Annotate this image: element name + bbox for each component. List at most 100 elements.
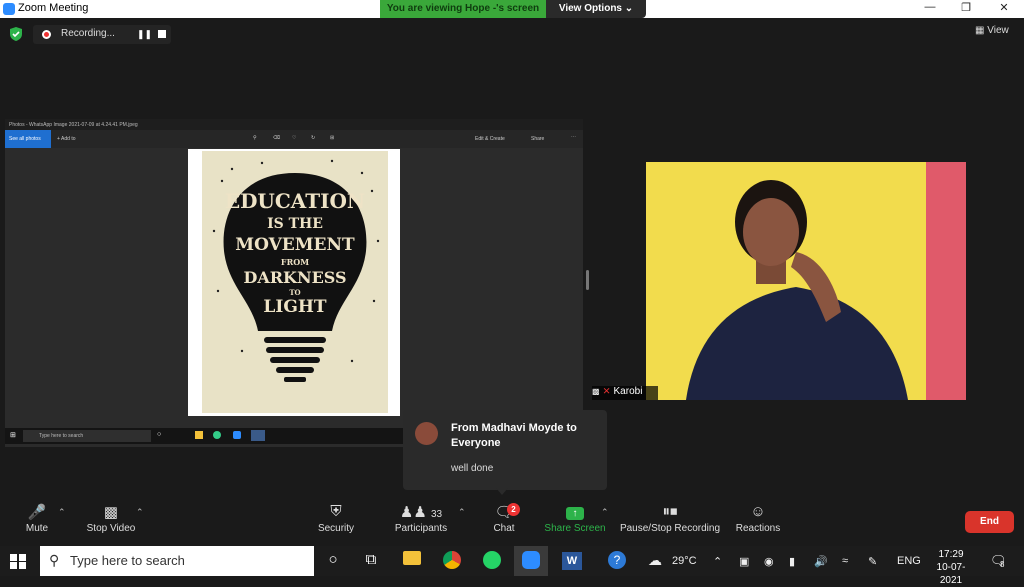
security-button[interactable]: ⛨ Security xyxy=(313,503,359,543)
split-divider[interactable] xyxy=(586,270,589,290)
clock-date: 10-07-2021 xyxy=(936,562,966,586)
shared-image: EDUCATION IS THE MOVEMENT FROM DARKNESS … xyxy=(188,149,400,416)
close-button[interactable]: ✕ xyxy=(986,1,1022,17)
edit-create-button: Edit & Create xyxy=(475,136,505,142)
participants-options-chevron-icon[interactable]: ⌃ xyxy=(458,507,466,518)
notification-count: 8 xyxy=(1000,560,1005,569)
security-label: Security xyxy=(317,523,355,534)
signal-strength-icon: ▩ xyxy=(592,387,600,396)
mute-label: Mute xyxy=(25,523,49,534)
weather-temperature[interactable]: 29°C xyxy=(672,555,697,567)
participants-count: 33 xyxy=(430,509,443,520)
view-options-button[interactable]: View Options ⌄ xyxy=(546,0,646,18)
taskbar-clock[interactable]: 17:29 10-07-2021 xyxy=(928,548,974,587)
participant-video-frame xyxy=(646,162,966,400)
weather-icon: ☁ xyxy=(648,552,662,568)
search-icon: ⚲ xyxy=(49,552,60,568)
mute-button[interactable]: 🎤 Mute xyxy=(14,503,60,543)
shared-photos-icon xyxy=(251,430,265,441)
stop-video-label: Stop Video xyxy=(86,523,136,534)
add-to-label: Add to xyxy=(61,136,76,142)
add-to-button: + Add to xyxy=(57,136,76,142)
avatar xyxy=(415,422,438,445)
view-button-label: View xyxy=(987,25,1009,36)
chat-notification[interactable]: From Madhavi Moyde to Everyone well done xyxy=(403,410,607,490)
shared-folder-icon xyxy=(195,431,203,439)
cortana-icon[interactable]: ○ xyxy=(320,551,346,571)
security-shield-icon[interactable] xyxy=(9,27,23,41)
photos-toolbar: See all photos + Add to ⚲ ⌫ ♡ ↻ ⊞ Edit &… xyxy=(5,130,583,148)
viewing-screen-banner: You are viewing Hope -'s screen xyxy=(380,0,546,18)
muted-mic-icon: ⨯ xyxy=(602,386,611,397)
smiley-icon: ☺ xyxy=(750,503,766,520)
recording-label: Recording... xyxy=(61,28,115,39)
clock-time: 17:29 xyxy=(938,549,964,560)
shared-cortana-icon: ○ xyxy=(157,431,162,438)
poster-line: LIGHT xyxy=(263,297,327,317)
zoom-taskbar-icon[interactable] xyxy=(514,546,548,576)
tray-chevron-icon[interactable]: ⌃ xyxy=(713,555,722,568)
chat-sender: From Madhavi Moyde to Everyone xyxy=(451,422,577,449)
education-poster: EDUCATION IS THE MOVEMENT FROM DARKNESS … xyxy=(202,151,388,413)
help-icon[interactable]: ? xyxy=(604,551,630,571)
whatsapp-icon[interactable] xyxy=(479,551,505,571)
windows-taskbar: ⚲ Type here to search ○ ⧉ W ? ☁ 29°C ⌃ ▣… xyxy=(0,546,1024,586)
minimize-button[interactable]: — xyxy=(912,1,948,17)
pause-stop-recording-label: Pause/Stop Recording xyxy=(619,523,721,534)
poster-line: IS THE xyxy=(267,216,323,232)
recording-indicator: Recording... ❚❚ xyxy=(33,25,171,44)
share-screen-button[interactable]: ↑ Share Screen xyxy=(544,503,606,543)
battery-icon[interactable]: ▮ xyxy=(789,555,795,568)
stop-recording-icon[interactable] xyxy=(158,30,166,38)
recording-dot-icon xyxy=(42,30,51,39)
poster-line: EDUCATION xyxy=(224,189,366,213)
pause-stop-recording-button[interactable]: ⏸⏹ Pause/Stop Recording xyxy=(618,503,722,543)
poster-text: EDUCATION IS THE MOVEMENT FROM DARKNESS … xyxy=(202,191,388,316)
meet-now-icon[interactable]: ◉ xyxy=(764,555,774,568)
delete-icon: ⌫ xyxy=(273,135,281,141)
favorite-icon: ♡ xyxy=(292,135,297,141)
shared-start-icon: ⊞ xyxy=(10,432,16,439)
photos-window-title: Photos - WhatsApp Image 2021-07-09 at 4.… xyxy=(5,119,583,130)
task-view-icon[interactable]: ⧉ xyxy=(358,551,384,571)
share-screen-icon: ↑ xyxy=(544,503,606,523)
zoom-logo-icon xyxy=(3,3,15,15)
language-indicator[interactable]: ENG xyxy=(897,555,921,567)
wifi-icon[interactable]: ≈ xyxy=(842,555,848,567)
chat-popup-pointer xyxy=(496,488,508,495)
poster-line: MOVEMENT xyxy=(235,235,355,255)
chat-message: well done xyxy=(451,463,494,474)
windows-start-icon[interactable] xyxy=(10,554,26,569)
view-button[interactable]: ▦ View xyxy=(975,25,1019,41)
stop-video-button[interactable]: ▩ Stop Video xyxy=(80,503,142,543)
video-options-chevron-icon[interactable]: ⌃ xyxy=(136,507,144,518)
poster-line: DARKNESS xyxy=(243,268,347,287)
maximize-button[interactable]: ❐ xyxy=(948,1,984,17)
crop-icon: ⊞ xyxy=(330,135,335,141)
microphone-icon: 🎤 xyxy=(27,504,47,521)
pen-icon[interactable]: ✎ xyxy=(868,555,877,568)
end-meeting-button[interactable]: End xyxy=(965,511,1014,533)
shared-search-box: Type here to search xyxy=(23,430,151,442)
shared-chrome-icon xyxy=(213,431,221,439)
rotate-icon: ↻ xyxy=(311,135,316,141)
file-explorer-icon[interactable] xyxy=(399,551,425,571)
device-icon[interactable]: ▣ xyxy=(739,555,749,568)
audio-options-chevron-icon[interactable]: ⌃ xyxy=(58,507,66,518)
share-options-chevron-icon[interactable]: ⌃ xyxy=(601,507,609,518)
volume-icon[interactable]: 🔊 xyxy=(814,555,828,568)
word-icon[interactable]: W xyxy=(559,551,585,571)
window-title: Zoom Meeting xyxy=(18,2,89,14)
grid-icon: ▦ xyxy=(975,25,985,36)
reactions-button[interactable]: ☺ Reactions xyxy=(733,503,783,543)
shared-screen: Photos - WhatsApp Image 2021-07-09 at 4.… xyxy=(5,119,583,447)
pause-stop-icon: ⏸⏹ xyxy=(662,503,678,520)
participants-button[interactable]: ♟♟ 33 Participants xyxy=(390,503,452,543)
participant-name-tag: ▩ ⨯ Karobi xyxy=(592,386,658,400)
see-all-photos-button: See all photos xyxy=(5,130,51,148)
zoom-icon: ⚲ xyxy=(253,135,257,141)
share-screen-label: Share Screen xyxy=(544,523,606,534)
taskbar-search-input[interactable]: ⚲ Type here to search xyxy=(40,546,314,576)
pause-recording-icon[interactable]: ❚❚ xyxy=(137,29,152,40)
chrome-icon[interactable] xyxy=(439,551,465,571)
